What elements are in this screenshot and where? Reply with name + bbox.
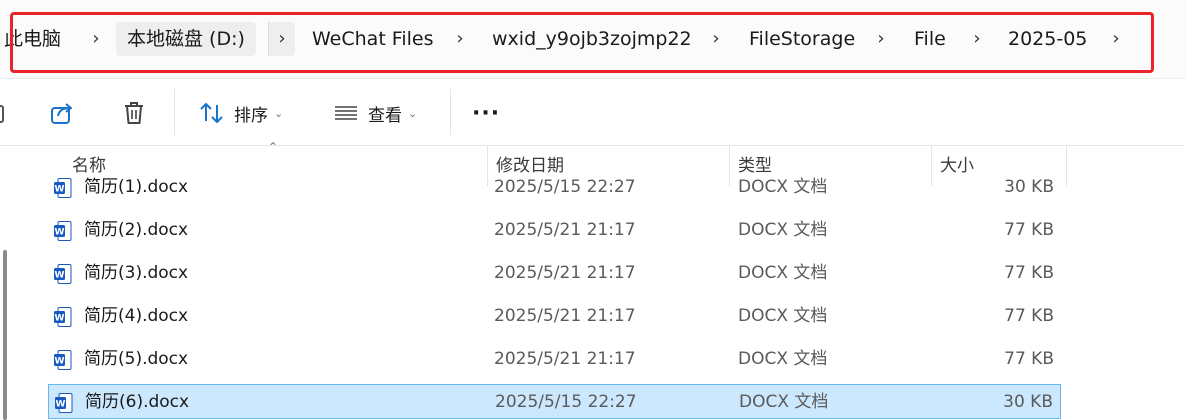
file-row[interactable]: W 简历(1).docx 2025/5/15 22:27 DOCX 文档 30 … xyxy=(48,176,1061,205)
toolbar-divider xyxy=(450,89,451,135)
file-type: DOCX 文档 xyxy=(738,306,828,326)
file-type: DOCX 文档 xyxy=(739,392,829,412)
file-type: DOCX 文档 xyxy=(738,220,828,240)
file-row[interactable]: W 简历(5).docx 2025/5/21 21:17 DOCX 文档 77 … xyxy=(48,342,1061,377)
sort-button[interactable]: 排序 ⌄ xyxy=(198,95,283,131)
svg-text:W: W xyxy=(55,357,65,367)
command-toolbar: 排序 ⌄ 查看 ⌄ ··· xyxy=(0,79,1185,146)
file-name: 简历(4).docx xyxy=(84,306,189,326)
svg-text:W: W xyxy=(55,228,65,238)
nav-pane-scrollbar[interactable] xyxy=(3,250,7,420)
chevron-down-icon: ⌄ xyxy=(408,106,418,120)
file-row[interactable]: W 简历(4).docx 2025/5/21 21:17 DOCX 文档 77 … xyxy=(48,299,1061,334)
file-row-selected[interactable]: W 简历(6).docx 2025/5/15 22:27 DOCX 文档 30 … xyxy=(48,384,1061,419)
file-date: 2025/5/21 21:17 xyxy=(494,220,636,240)
file-date: 2025/5/15 22:27 xyxy=(494,177,636,197)
file-size: 30 KB xyxy=(1004,177,1054,197)
view-button[interactable]: 查看 ⌄ xyxy=(332,95,417,131)
file-size: 77 KB xyxy=(1004,220,1054,240)
file-date: 2025/5/15 22:27 xyxy=(495,392,637,412)
toolbar-divider xyxy=(174,89,175,135)
view-label: 查看 xyxy=(368,105,402,126)
word-doc-icon: W xyxy=(54,178,72,198)
address-bar: 此电脑 › 本地磁盘 (D:) › WeChat Files › wxid_y9… xyxy=(0,0,1185,79)
file-date: 2025/5/21 21:17 xyxy=(494,349,636,369)
share-icon xyxy=(51,103,72,124)
file-date: 2025/5/21 21:17 xyxy=(494,306,636,326)
delete-button[interactable] xyxy=(120,95,148,131)
file-list: W 简历(1).docx 2025/5/15 22:27 DOCX 文档 30 … xyxy=(0,176,1185,420)
sort-ascending-icon: ⌃ xyxy=(268,140,279,154)
file-size: 77 KB xyxy=(1004,306,1054,326)
file-row[interactable]: W 简历(3).docx 2025/5/21 21:17 DOCX 文档 77 … xyxy=(48,256,1061,291)
highlight-annotation xyxy=(10,12,1154,73)
svg-text:W: W xyxy=(55,271,65,281)
view-lines-icon xyxy=(335,106,357,120)
file-size: 30 KB xyxy=(1003,392,1053,412)
file-size: 77 KB xyxy=(1004,349,1054,369)
file-type: DOCX 文档 xyxy=(738,349,828,369)
file-name: 简历(2).docx xyxy=(84,220,189,240)
word-doc-icon: W xyxy=(54,350,72,370)
file-name: 简历(1).docx xyxy=(84,177,189,197)
svg-text:W: W xyxy=(55,314,65,324)
svg-text:W: W xyxy=(56,400,66,410)
svg-text:W: W xyxy=(55,185,65,195)
word-doc-icon: W xyxy=(54,264,72,284)
more-options-button[interactable]: ··· xyxy=(472,95,500,131)
file-date: 2025/5/21 21:17 xyxy=(494,263,636,283)
file-row[interactable]: W 简历(2).docx 2025/5/21 21:17 DOCX 文档 77 … xyxy=(48,213,1061,248)
file-name: 简历(6).docx xyxy=(85,392,190,412)
file-type: DOCX 文档 xyxy=(738,177,828,197)
clipboard-icon[interactable] xyxy=(0,105,4,123)
more-dots-icon: ··· xyxy=(472,100,501,126)
file-size: 77 KB xyxy=(1004,263,1054,283)
sort-arrows-icon xyxy=(200,103,223,123)
trash-icon xyxy=(125,102,143,124)
file-type: DOCX 文档 xyxy=(738,263,828,283)
word-doc-icon: W xyxy=(54,307,72,327)
file-name: 简历(3).docx xyxy=(84,263,189,283)
word-doc-icon: W xyxy=(54,221,72,241)
file-name: 简历(5).docx xyxy=(84,349,189,369)
sort-label: 排序 xyxy=(234,105,268,126)
chevron-down-icon: ⌄ xyxy=(274,106,284,120)
word-doc-icon: W xyxy=(55,393,73,413)
share-button[interactable] xyxy=(48,95,76,131)
